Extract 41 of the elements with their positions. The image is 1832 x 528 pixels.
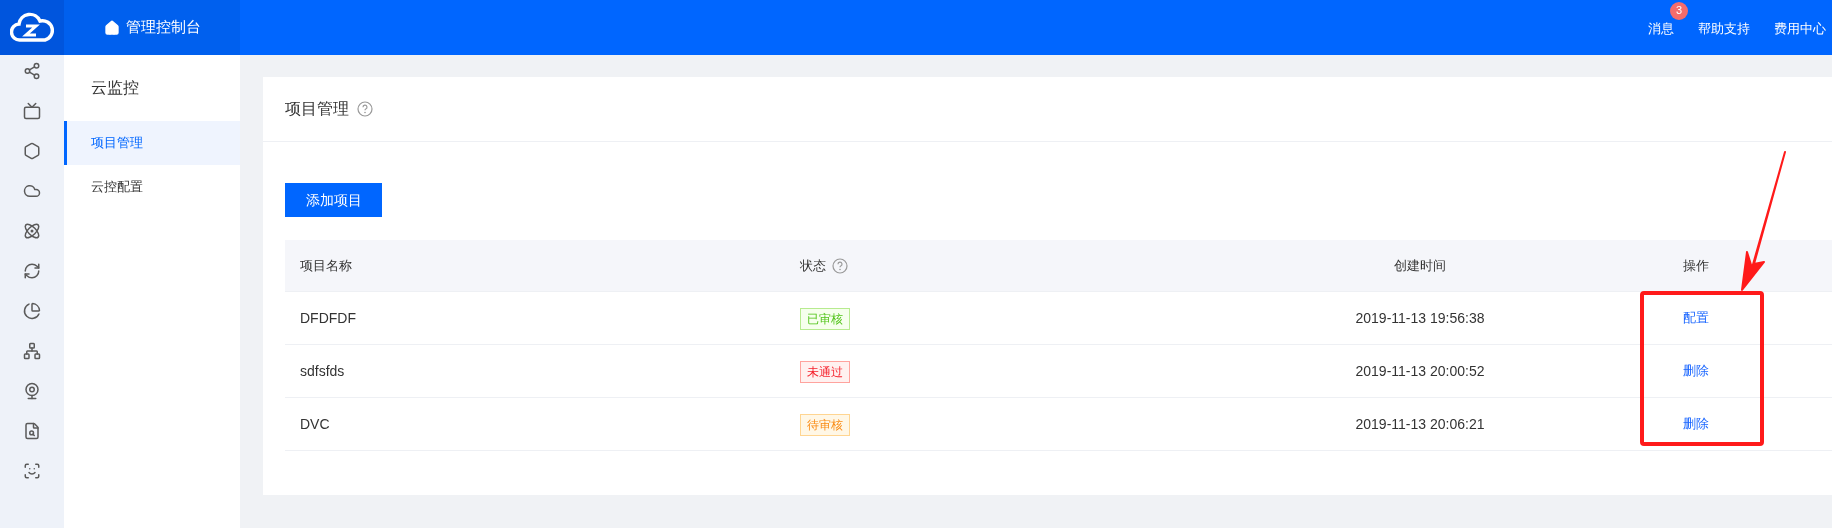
tv-icon[interactable] <box>23 102 41 120</box>
console-title[interactable]: 管理控制台 <box>125 16 201 39</box>
status-tag: 待审核 <box>800 414 850 436</box>
hexagon-icon[interactable] <box>23 142 41 160</box>
column-header: 状态 <box>800 256 826 275</box>
file-search-icon[interactable] <box>23 422 41 440</box>
card-title: 项目管理 <box>285 99 349 119</box>
action-link[interactable]: 删除 <box>1683 361 1709 381</box>
help-icon <box>357 101 373 117</box>
status-tag: 已审核 <box>800 308 850 330</box>
cloud-icon[interactable] <box>23 182 41 200</box>
column-header: 操作 <box>1683 256 1709 275</box>
atom-icon[interactable] <box>23 222 41 240</box>
header-link[interactable]: 费用中心 <box>1774 20 1826 36</box>
add-project-button[interactable]: 添加项目 <box>285 183 382 217</box>
table-cell-text: 2019-11-13 20:06:21 <box>1355 414 1485 434</box>
sidebar-title: 云监控 <box>90 78 140 98</box>
sidebar-item[interactable]: 项目管理 <box>64 121 240 165</box>
table-cell-text: 2019-11-13 19:56:38 <box>1355 308 1485 328</box>
webcam-icon[interactable] <box>23 382 41 400</box>
column-header: 创建时间 <box>1394 256 1446 275</box>
sidebar-item[interactable]: 云控配置 <box>64 165 240 209</box>
status-tag: 未通过 <box>800 361 850 383</box>
cloud-logo-icon <box>10 11 54 44</box>
share-icon[interactable] <box>23 62 41 80</box>
home-icon <box>103 19 120 36</box>
header-link[interactable]: 帮助支持 <box>1698 20 1750 36</box>
action-link[interactable]: 配置 <box>1683 308 1709 328</box>
refresh-icon[interactable] <box>23 262 41 280</box>
scan-user-icon[interactable] <box>23 462 41 480</box>
action-link[interactable]: 删除 <box>1683 414 1709 434</box>
network-icon[interactable] <box>23 342 41 360</box>
column-header: 项目名称 <box>300 256 352 275</box>
help-icon <box>832 257 848 274</box>
table-cell: sdfsfds <box>300 363 345 379</box>
notification-badge: 3 <box>1670 1 1688 20</box>
header-link[interactable]: 消息 <box>1648 20 1674 36</box>
pie-chart-icon[interactable] <box>23 302 41 320</box>
table-cell: DVC <box>300 416 330 432</box>
table-cell-text: 2019-11-13 20:00:52 <box>1355 361 1485 381</box>
table-cell: DFDFDF <box>300 310 356 326</box>
